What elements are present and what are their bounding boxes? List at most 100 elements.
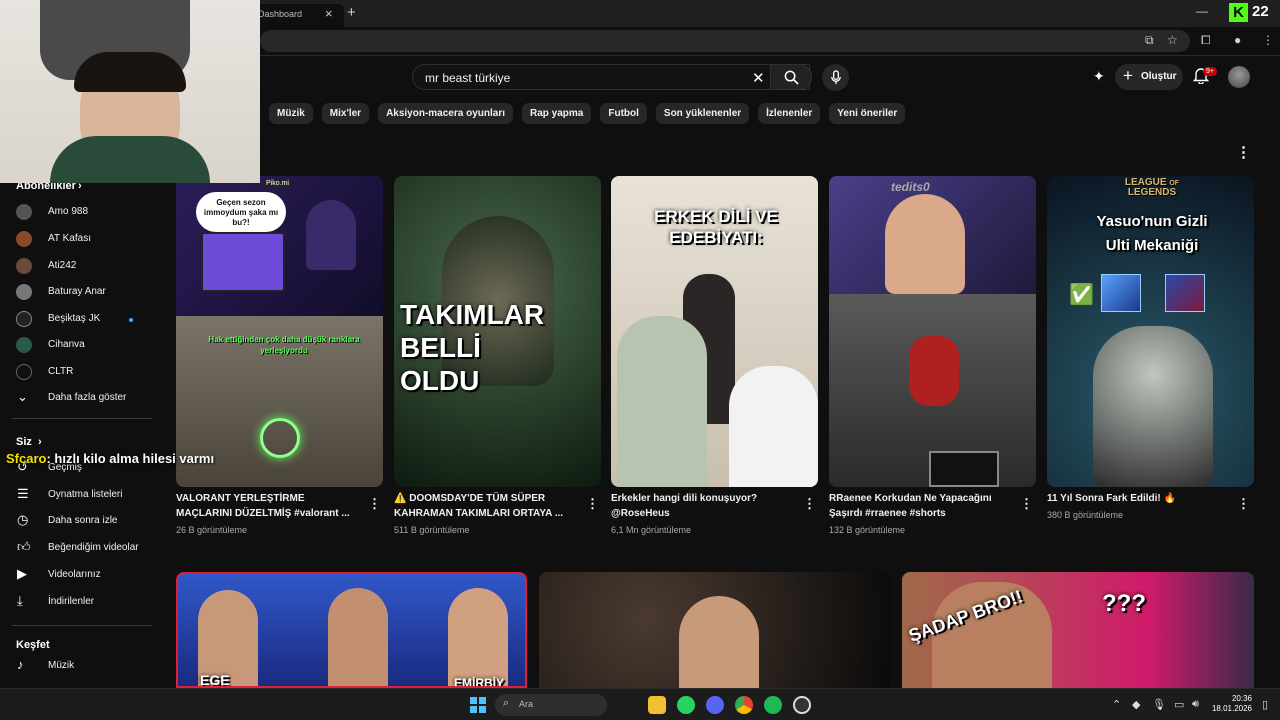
network-icon[interactable]: ▭ xyxy=(1174,698,1184,711)
microphone-icon[interactable]: 🎙︎ xyxy=(1152,698,1166,711)
video-menu-icon[interactable]: ⋮ xyxy=(1020,496,1033,512)
video-thumbnail[interactable]: EGE EMİRBİY xyxy=(176,572,527,688)
tab-title: Dashboard xyxy=(258,9,303,19)
browser-menu-icon[interactable]: ⋮ xyxy=(1262,33,1274,47)
watermark: Piko.mi xyxy=(264,180,291,187)
minimize-button[interactable]: — xyxy=(1196,4,1208,18)
voice-search-button[interactable] xyxy=(822,64,849,91)
video-title-line[interactable]: KAHRAMAN TAKIMLARI ORTAYA ... xyxy=(394,506,574,521)
taskbar-search[interactable]: ⌕ Ara xyxy=(495,694,607,716)
sidebar-item-downloads[interactable]: ⤓ İndirilenler xyxy=(16,592,146,614)
overlay-line: Yasuo'nun Gizli xyxy=(1096,213,1208,230)
chip-aksiyon-macera[interactable]: Aksiyon-macera oyunları xyxy=(378,103,513,124)
sidebar-sub-cltr[interactable]: CLTR xyxy=(16,362,146,384)
video-thumbnail[interactable]: TAKIMLAR BELLİ OLDU xyxy=(394,176,601,487)
whatsapp-icon[interactable] xyxy=(677,696,695,714)
date: 18.01.2026 xyxy=(1211,704,1252,713)
video-title-line[interactable]: RRaenee Korkudan Ne Yapacağını xyxy=(829,491,1009,506)
spotify-icon[interactable] xyxy=(764,696,782,714)
sidebar-item-watch-later[interactable]: ◷ Daha sonra izle xyxy=(16,511,146,533)
like-icon: 👍︎ xyxy=(17,539,31,554)
sidebar-sub-cihanva[interactable]: Cihanva xyxy=(16,335,146,357)
extensions-icon[interactable]: ⧠ xyxy=(1201,33,1211,48)
video-title-line[interactable]: VALORANT YERLEŞTİRME xyxy=(176,491,356,506)
video-thumbnail[interactable] xyxy=(539,572,891,688)
windows-start-icon[interactable] xyxy=(470,697,486,713)
ai-sparkle-icon[interactable]: ✦ xyxy=(1093,68,1105,85)
account-avatar[interactable] xyxy=(1228,66,1250,88)
sidebar-item-label: Ati242 xyxy=(48,260,77,271)
video-title-line[interactable]: ⚠️ DOOMSDAY'DE TÜM SÜPER xyxy=(394,491,574,506)
rank-icon xyxy=(260,418,300,458)
sidebar-item-liked-videos[interactable]: 👍︎ Beğendiğim videolar xyxy=(16,538,146,560)
video-thumbnail[interactable]: LEAGUE OF LEGENDS Yasuo'nun Gizli Ulti M… xyxy=(1047,176,1254,487)
sidebar-sub-baturay-anar[interactable]: Baturay Anar xyxy=(16,282,146,304)
video-title-line[interactable]: Erkekler hangi dili konuşuyor? xyxy=(611,491,791,506)
logo-line: LEGENDS xyxy=(1127,187,1177,198)
feed-more-options-icon[interactable]: ⋮ xyxy=(1236,143,1251,161)
chip-mixler[interactable]: Mix'ler xyxy=(321,103,370,124)
overlay-line: Ulti Mekaniği xyxy=(1105,237,1199,254)
tab-close-icon[interactable]: × xyxy=(325,6,333,21)
video-thumbnail[interactable]: ERKEK DİLİ VE EDEBİYATI: xyxy=(611,176,818,487)
view-count: 380 B görüntüleme xyxy=(1047,510,1124,520)
monitor-shape xyxy=(201,232,285,292)
chip-futbol[interactable]: Futbol xyxy=(600,103,647,124)
sidebar-sub-besiktas-jk[interactable]: Beşiktaş JK xyxy=(16,309,146,331)
cast-icon[interactable]: ⧉ xyxy=(1145,33,1154,48)
thumbnail-label: EMİRBİY xyxy=(454,676,505,688)
chrome-icon[interactable] xyxy=(735,696,753,714)
view-count: 511 B görüntüleme xyxy=(394,525,470,535)
chip-rap-yapma[interactable]: Rap yapma xyxy=(522,103,592,124)
video-menu-icon[interactable]: ⋮ xyxy=(586,496,599,512)
bookmark-star-icon[interactable]: ☆ xyxy=(1167,33,1178,47)
search-input[interactable]: mr beast türkiye ✕ xyxy=(412,64,810,90)
sidebar-sub-amo-988[interactable]: Amo 988 xyxy=(16,202,146,224)
new-tab-button[interactable]: + xyxy=(347,4,356,21)
thumbnail-label: ??? xyxy=(1102,590,1146,617)
discord-icon[interactable] xyxy=(706,696,724,714)
chip-yeni-oneriler[interactable]: Yeni öneriler xyxy=(829,103,906,124)
sidebar-show-more[interactable]: ⌄ Daha fazla göster xyxy=(16,388,146,410)
sidebar-item-playlists[interactable]: ☰ Oynatma listeleri xyxy=(16,485,146,507)
video-title-line[interactable]: @RoseHeus xyxy=(611,506,791,521)
url-field[interactable] xyxy=(260,30,1190,52)
notification-center-icon[interactable]: ▯ xyxy=(1262,698,1268,711)
volume-icon[interactable]: 🔊︎ xyxy=(1192,698,1199,711)
video-menu-icon[interactable]: ⋮ xyxy=(803,496,816,512)
browser-tab[interactable]: Dashboard × xyxy=(252,4,344,27)
sidebar-sub-at-kafasi[interactable]: AT Kafası xyxy=(16,229,146,251)
video-menu-icon[interactable]: ⋮ xyxy=(1237,496,1250,512)
video-thumbnail[interactable]: ŞADAP BRO!! ??? xyxy=(902,572,1254,688)
channel-avatar xyxy=(16,231,32,247)
you-heading[interactable]: Siz xyxy=(16,436,32,448)
search-button[interactable] xyxy=(770,64,812,90)
obs-icon[interactable] xyxy=(793,696,811,714)
chip-son-yuklenenler[interactable]: Son yüklenenler xyxy=(655,103,750,124)
create-button[interactable]: + Oluştur xyxy=(1115,64,1183,90)
video-thumbnail[interactable]: Geçen sezon immoydum şaka mı bu?! Piko.m… xyxy=(176,176,383,487)
person-shape xyxy=(729,366,818,487)
chat-message: Sfcaro: hızlı kilo alma hilesi varmı xyxy=(6,451,214,466)
tv-shape xyxy=(929,451,999,487)
sidebar-item-music[interactable]: ♪ Müzik xyxy=(16,656,146,678)
sidebar-item-your-videos[interactable]: ▶ Videolarınız xyxy=(16,565,146,587)
filter-chips: Müzik Mix'ler Aksiyon-macera oyunları Ra… xyxy=(269,103,906,125)
clear-search-icon[interactable]: ✕ xyxy=(752,69,765,87)
sidebar-item-label: İndirilenler xyxy=(48,596,95,607)
clock[interactable]: 20:36 18.01.2026 xyxy=(1210,694,1252,714)
video-title-line[interactable]: 11 Yıl Sonra Fark Edildi! 🔥 xyxy=(1047,491,1227,506)
sidebar-sub-ati242[interactable]: Ati242 xyxy=(16,256,146,278)
video-thumbnail[interactable]: tedits0 xyxy=(829,176,1036,487)
tray-chevron-icon[interactable]: ⌃ xyxy=(1112,698,1121,711)
file-explorer-icon[interactable] xyxy=(648,696,666,714)
video-title-line[interactable]: MAÇLARINI DÜZELTMİŞ #valorant ... xyxy=(176,506,356,521)
chip-izlenenler[interactable]: İzlenenler xyxy=(758,103,821,124)
profile-icon[interactable]: ● xyxy=(1234,33,1241,47)
microphone-icon xyxy=(830,70,841,85)
chevron-right-icon[interactable]: › xyxy=(38,436,42,448)
video-menu-icon[interactable]: ⋮ xyxy=(368,496,381,512)
tray-app-icon[interactable]: ◆ xyxy=(1132,698,1140,711)
video-title-line[interactable]: Şaşırdı #rraenee #shorts xyxy=(829,506,1009,521)
chip-muzik[interactable]: Müzik xyxy=(269,103,313,124)
